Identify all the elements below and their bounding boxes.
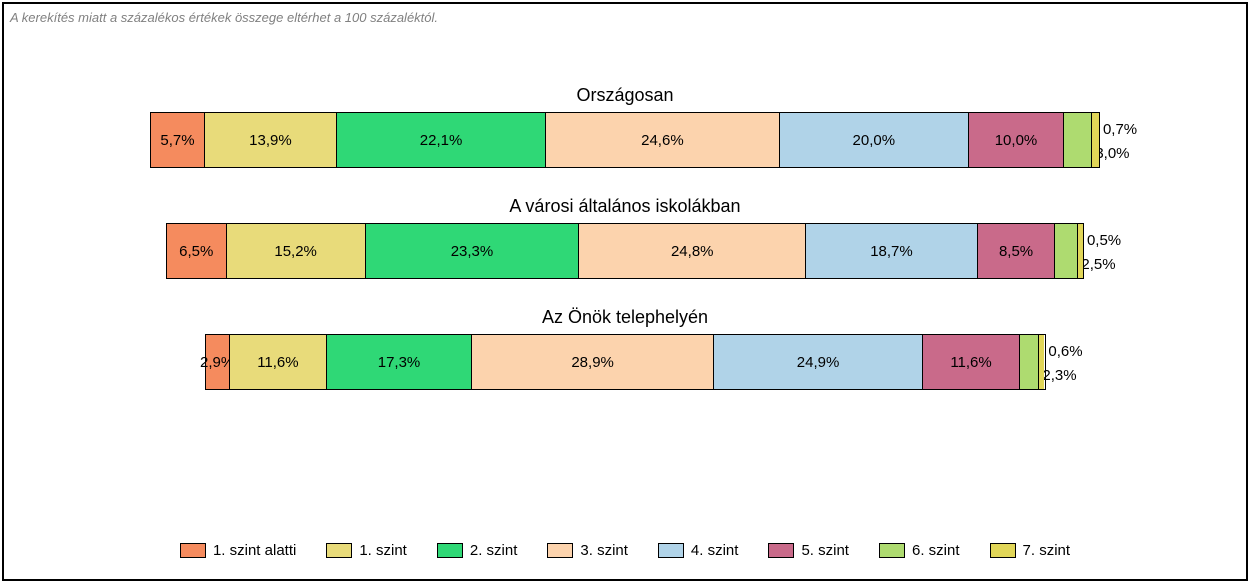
bar-segment: 8,5% [978, 224, 1056, 278]
bar-title: Az Önök telephelyén [144, 307, 1106, 328]
legend-item: 2. szint [437, 542, 518, 559]
bar-segment: 15,2% [227, 224, 366, 278]
bar-segment: 17,3% [327, 335, 472, 389]
legend-label: 1. szint [359, 542, 407, 559]
bar-segment: 6,5% [167, 224, 227, 278]
bar-segment-label: 2,5% [1081, 256, 1115, 273]
bar-segment: 23,3% [366, 224, 579, 278]
bar-segment: 10,0% [969, 113, 1064, 167]
legend: 1. szint alatti 1. szint 2. szint 3. szint 4… [4, 542, 1246, 559]
bar-row: 5,7%13,9%22,1%24,6%20,0%10,0%3,0%0,7% [150, 112, 1100, 168]
bar-group: A városi általános iskolákban 6,5%15,2%23… [144, 196, 1106, 279]
bar-segment: 2,5% [1055, 224, 1078, 278]
bar-title: A városi általános iskolákban [144, 196, 1106, 217]
legend-swatch [768, 543, 794, 558]
legend-swatch [879, 543, 905, 558]
legend-item: 3. szint [547, 542, 628, 559]
bar-segment: 2,3% [1020, 335, 1039, 389]
bar-segment: 0,6% [1039, 335, 1044, 389]
legend-item: 1. szint alatti [180, 542, 296, 559]
bar-group: Az Önök telephelyén2,9%11,6%17,3%28,9%24… [144, 307, 1106, 390]
legend-item: 4. szint [658, 542, 739, 559]
bar-segment: 24,8% [579, 224, 806, 278]
bar-segment: 22,1% [337, 113, 547, 167]
bar-segment-label: 2,3% [1042, 367, 1076, 384]
legend-swatch [990, 543, 1016, 558]
legend-swatch [326, 543, 352, 558]
bar-segment-label: 0,6% [1048, 343, 1082, 360]
chart-container: A kerekítés miatt a százalékos értékek ö… [2, 2, 1248, 581]
legend-label: 7. szint [1023, 542, 1071, 559]
bar-row: 6,5%15,2%23,3%24,8%18,7%8,5%2,5%0,5% [166, 223, 1084, 279]
bar-segment-label: 0,5% [1087, 232, 1121, 249]
bar-segment: 20,0% [780, 113, 970, 167]
bar-segment-label: 3,0% [1095, 145, 1129, 162]
legend-item: 6. szint [879, 542, 960, 559]
legend-swatch [437, 543, 463, 558]
bar-segment: 11,6% [230, 335, 327, 389]
bar-segment: 11,6% [923, 335, 1020, 389]
bar-segment-label: 0,7% [1103, 121, 1137, 138]
legend-label: 6. szint [912, 542, 960, 559]
bar-segment: 18,7% [806, 224, 977, 278]
bar-segment: 24,9% [714, 335, 923, 389]
legend-item: 1. szint [326, 542, 407, 559]
bar-segment: 2,9% [206, 335, 230, 389]
bar-segment: 0,7% [1092, 113, 1099, 167]
bar-segment: 24,6% [546, 113, 779, 167]
bar-group: Országosan 5,7%13,9%22,1%24,6%20,0%10,0%3… [144, 85, 1106, 168]
legend-label: 5. szint [801, 542, 849, 559]
chart-note: A kerekítés miatt a százalékos értékek ö… [4, 10, 1246, 25]
legend-swatch [180, 543, 206, 558]
legend-label: 2. szint [470, 542, 518, 559]
legend-label: 1. szint alatti [213, 542, 296, 559]
legend-item: 7. szint [990, 542, 1071, 559]
bar-row: 2,9%11,6%17,3%28,9%24,9%11,6%2,3%0,6% [205, 334, 1046, 390]
legend-swatch [547, 543, 573, 558]
bar-segment: 5,7% [151, 113, 205, 167]
bar-segment: 3,0% [1064, 113, 1092, 167]
legend-label: 4. szint [691, 542, 739, 559]
legend-item: 5. szint [768, 542, 849, 559]
legend-label: 3. szint [580, 542, 628, 559]
bar-title: Országosan [144, 85, 1106, 106]
legend-swatch [658, 543, 684, 558]
bars-area: Országosan5,7%13,9%22,1%24,6%20,0%10,0%3… [4, 85, 1246, 390]
bar-segment: 0,5% [1078, 224, 1083, 278]
bar-segment: 28,9% [472, 335, 714, 389]
bar-segment: 13,9% [205, 113, 337, 167]
